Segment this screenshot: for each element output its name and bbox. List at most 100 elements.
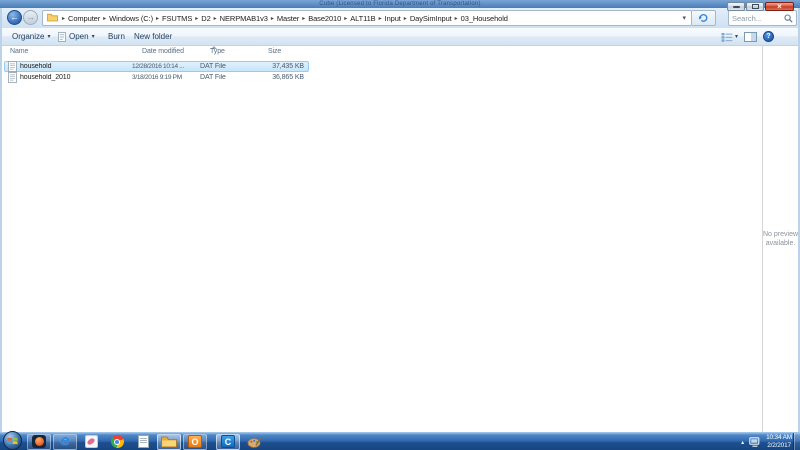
background-window-titlebar: Cube (Licensed to Florida Department of … xyxy=(0,0,800,8)
taskbar: e O C ▴ 10:34 AM 2/2/2017 xyxy=(0,431,800,450)
organize-label: Organize xyxy=(12,32,45,41)
breadcrumb-item[interactable]: NERPMAB1v3 xyxy=(219,14,269,23)
maximize-icon xyxy=(751,4,759,9)
taskbar-paint-button[interactable] xyxy=(242,434,266,450)
maximize-button[interactable] xyxy=(746,2,764,11)
start-button[interactable] xyxy=(3,431,22,450)
window-controls: × xyxy=(727,2,794,11)
column-header-name[interactable]: Name xyxy=(10,48,28,60)
breadcrumb-item[interactable]: Computer xyxy=(67,14,101,23)
chevron-right-icon[interactable]: ▸ xyxy=(453,15,460,22)
column-header-date-modified[interactable]: Date modified xyxy=(142,48,184,60)
column-header-type[interactable]: Type xyxy=(210,48,225,60)
back-arrow-icon: ← xyxy=(10,12,19,22)
address-bar[interactable]: ▸ Computer ▸ Windows (C:) ▸ FSUTMS ▸ D2 … xyxy=(42,10,692,26)
taskbar-cube-button[interactable]: C xyxy=(216,433,240,450)
taskbar-internet-explorer-button[interactable]: e xyxy=(53,433,77,450)
chevron-right-icon[interactable]: ▸ xyxy=(101,15,108,22)
file-name: household_2010 xyxy=(20,74,71,81)
taskbar-outlook-button[interactable]: O xyxy=(183,433,207,450)
media-player-icon xyxy=(32,435,46,448)
file-date-modified: 3/18/2016 9:19 PM xyxy=(132,74,182,81)
breadcrumb-item[interactable]: Windows (C:) xyxy=(108,14,154,23)
new-folder-button[interactable]: New folder xyxy=(131,28,175,45)
chevron-right-icon[interactable]: ▸ xyxy=(60,15,67,22)
breadcrumb-item-current[interactable]: 03_Household xyxy=(460,14,509,23)
list-view-icon xyxy=(721,32,733,42)
refresh-icon xyxy=(698,14,708,22)
breadcrumb-item[interactable]: Input xyxy=(384,14,402,23)
clock-date: 2/2/2017 xyxy=(767,442,791,449)
open-button[interactable]: Open ▾ xyxy=(55,28,98,45)
cube-icon: C xyxy=(221,435,235,448)
help-icon: ? xyxy=(766,33,771,40)
breadcrumb-item[interactable]: D2 xyxy=(200,14,211,23)
show-hidden-icons-button[interactable]: ▴ xyxy=(741,439,744,446)
desktop: Cube (Licensed to Florida Department of … xyxy=(0,0,800,450)
breadcrumb-item[interactable]: Base2010 xyxy=(307,14,342,23)
chevron-right-icon[interactable]: ▸ xyxy=(212,15,219,22)
forward-button[interactable]: → xyxy=(23,10,38,25)
breadcrumb-item[interactable]: DaySimInput xyxy=(409,14,453,23)
file-row-household[interactable]: household 12/28/2016 10:14 ... DAT File … xyxy=(4,61,309,72)
organize-button[interactable]: Organize ▾ xyxy=(9,28,53,45)
file-size: 37,435 KB xyxy=(272,63,304,70)
taskbar-explorer-button[interactable] xyxy=(157,433,181,450)
command-toolbar: Organize ▾ Open ▾ Burn New folder ▾ ? xyxy=(2,28,798,46)
chevron-down-icon: ▾ xyxy=(47,34,51,40)
chevron-right-icon[interactable]: ▸ xyxy=(377,15,384,22)
file-type: DAT File xyxy=(200,63,226,70)
file-row-household-2010[interactable]: household_2010 3/18/2016 9:19 PM DAT Fil… xyxy=(4,72,309,83)
taskbar-clock[interactable]: 10:34 AM 2/2/2017 xyxy=(766,434,792,450)
breadcrumb-item[interactable]: ALT11B xyxy=(349,14,376,23)
file-icon xyxy=(58,31,66,42)
outlook-icon: O xyxy=(188,435,202,448)
chrome-icon xyxy=(110,435,124,448)
windows-logo-icon xyxy=(7,437,18,444)
show-desktop-button[interactable] xyxy=(793,433,800,450)
refresh-button[interactable] xyxy=(692,10,716,26)
chevron-right-icon[interactable]: ▸ xyxy=(154,15,161,22)
chevron-right-icon[interactable]: ▸ xyxy=(402,15,409,22)
chevron-down-icon: ▾ xyxy=(91,34,95,40)
file-name: household xyxy=(20,63,52,70)
taskbar-media-player-button[interactable] xyxy=(27,433,51,450)
breadcrumb-item[interactable]: Master xyxy=(276,14,300,23)
help-button[interactable]: ? xyxy=(763,31,774,42)
file-list-area: Name Date modified Type Size household 1… xyxy=(2,46,798,432)
system-tray: ▴ 10:34 AM 2/2/2017 xyxy=(741,433,792,450)
column-header-size[interactable]: Size xyxy=(268,48,281,60)
breadcrumb-item[interactable]: FSUTMS xyxy=(161,14,193,23)
dat-file-icon xyxy=(8,72,17,83)
preview-pane-toggle-button[interactable] xyxy=(744,31,757,42)
file-size: 36,865 KB xyxy=(272,74,304,81)
network-icon[interactable] xyxy=(749,437,761,447)
address-dropdown-icon[interactable]: ▾ xyxy=(679,14,689,22)
new-folder-label: New folder xyxy=(134,32,173,41)
back-button[interactable]: ← xyxy=(7,10,22,25)
burn-button[interactable]: Burn xyxy=(105,28,128,45)
internet-explorer-icon: e xyxy=(60,433,70,449)
taskbar-notepad-button[interactable] xyxy=(131,434,155,450)
taskbar-chrome-button[interactable] xyxy=(105,434,129,450)
clock-time: 10:34 AM xyxy=(766,434,792,441)
burn-label: Burn xyxy=(108,32,125,41)
close-button[interactable]: × xyxy=(765,2,794,11)
taskbar-snipping-tool-button[interactable] xyxy=(79,434,103,450)
file-type: DAT File xyxy=(200,74,226,81)
search-input[interactable] xyxy=(732,13,784,23)
minimize-button[interactable] xyxy=(727,2,745,11)
close-icon: × xyxy=(777,2,782,11)
no-preview-message: No preview available. xyxy=(763,230,798,248)
chevron-right-icon[interactable]: ▸ xyxy=(300,15,307,22)
chevron-down-icon: ▾ xyxy=(734,34,738,40)
chevron-right-icon[interactable]: ▸ xyxy=(269,15,276,22)
chevron-right-icon[interactable]: ▸ xyxy=(193,15,200,22)
folder-icon xyxy=(47,11,58,25)
no-preview-line1: No preview xyxy=(763,231,799,238)
change-view-button[interactable]: ▾ xyxy=(721,32,738,42)
minimize-icon xyxy=(732,5,740,8)
notepad-icon xyxy=(137,435,149,448)
open-label: Open xyxy=(69,32,89,41)
chevron-right-icon[interactable]: ▸ xyxy=(342,15,349,22)
